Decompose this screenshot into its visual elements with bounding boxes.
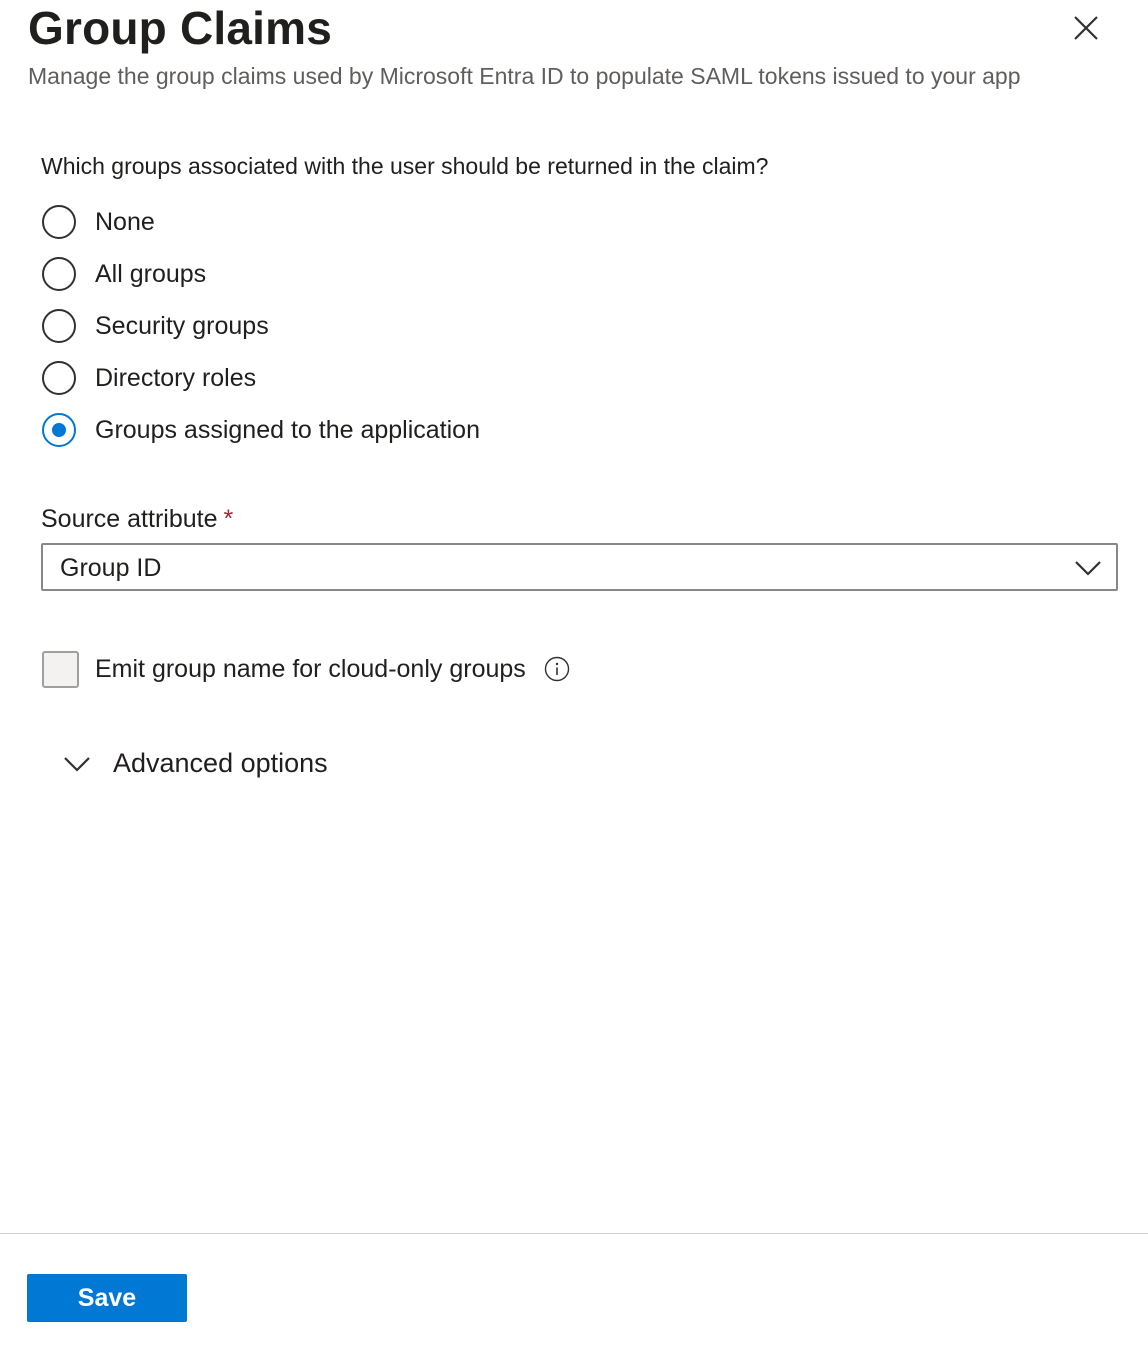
group-claims-panel: Group Claims Manage the group claims use… <box>0 0 1148 1348</box>
radio-button-selected[interactable] <box>42 413 76 447</box>
radio-option-groups-assigned[interactable]: Groups assigned to the application <box>42 404 480 456</box>
radio-label: Directory roles <box>95 364 257 392</box>
advanced-options-toggle[interactable]: Advanced options <box>62 744 328 782</box>
close-icon[interactable] <box>1066 8 1106 48</box>
chevron-down-icon <box>64 757 90 772</box>
emit-group-name-row: Emit group name for cloud-only groups <box>42 650 570 688</box>
radio-option-all-groups[interactable]: All groups <box>42 248 480 300</box>
radio-label: Security groups <box>95 312 269 340</box>
source-attribute-label-text: Source attribute <box>41 505 218 533</box>
radio-button[interactable] <box>42 361 76 395</box>
radio-button[interactable] <box>42 257 76 291</box>
radio-label: None <box>95 208 155 236</box>
radio-option-security-groups[interactable]: Security groups <box>42 300 480 352</box>
required-marker: * <box>223 505 234 533</box>
source-attribute-label: Source attribute * <box>41 502 233 536</box>
emit-group-name-label: Emit group name for cloud-only groups <box>95 655 526 683</box>
save-button[interactable]: Save <box>27 1274 187 1322</box>
radio-label: All groups <box>95 260 207 288</box>
radio-button[interactable] <box>42 205 76 239</box>
radio-button[interactable] <box>42 309 76 343</box>
page-title: Group Claims <box>28 2 333 54</box>
chevron-down-icon <box>1075 561 1101 576</box>
advanced-options-label: Advanced options <box>113 748 328 778</box>
radio-label: Groups assigned to the application <box>95 416 480 444</box>
radio-option-none[interactable]: None <box>42 196 480 248</box>
source-attribute-dropdown[interactable]: Group ID <box>41 543 1118 591</box>
group-question-label: Which groups associated with the user sh… <box>41 153 769 179</box>
radio-option-directory-roles[interactable]: Directory roles <box>42 352 480 404</box>
group-type-radio-group: None All groups Security groups Director… <box>42 196 480 456</box>
info-icon[interactable] <box>544 656 570 682</box>
footer-divider <box>0 1233 1148 1234</box>
emit-group-name-checkbox[interactable] <box>42 650 79 688</box>
page-subtitle: Manage the group claims used by Microsof… <box>28 63 1021 89</box>
source-attribute-value: Group ID <box>60 554 162 582</box>
